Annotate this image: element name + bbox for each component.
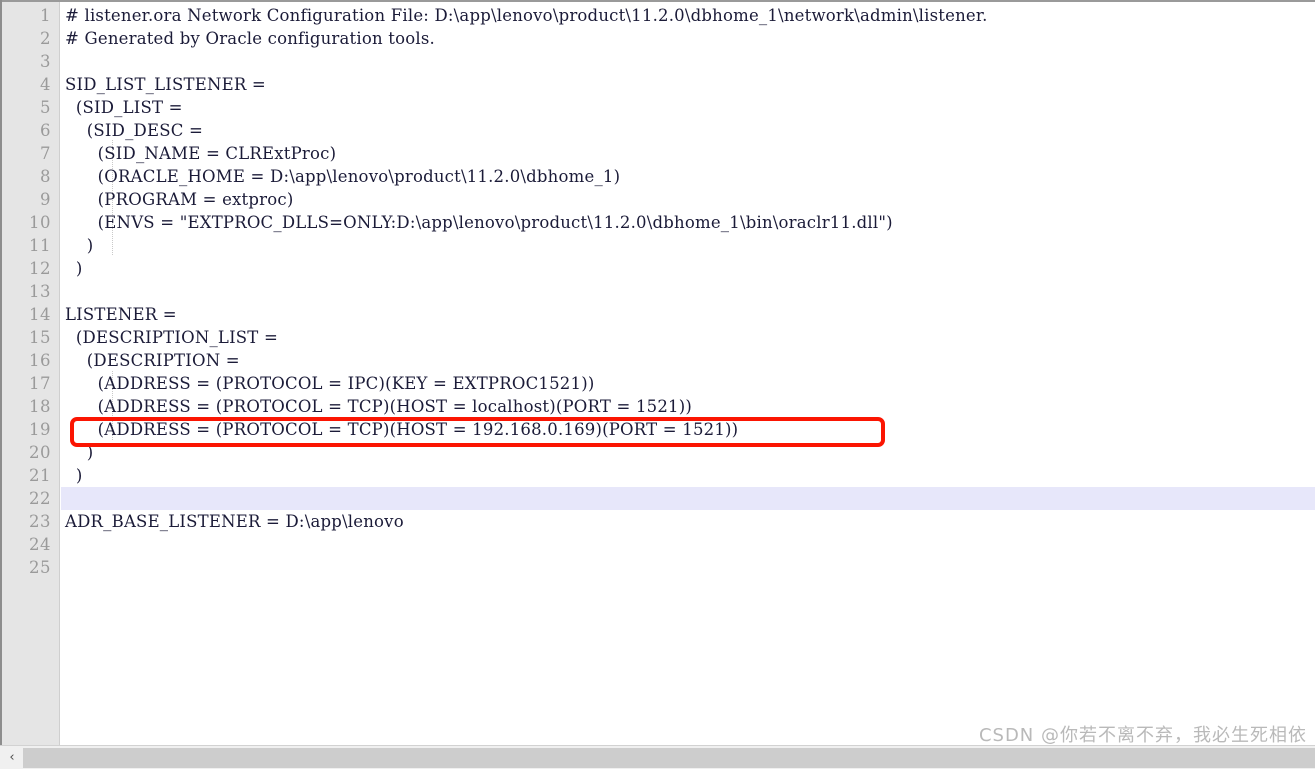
horizontal-scrollbar[interactable]: ‹ <box>0 745 1315 769</box>
line-number[interactable]: 23 <box>7 510 51 533</box>
line-number[interactable]: 4 <box>7 73 51 96</box>
code-text-area[interactable]: # listener.ora Network Configuration Fil… <box>61 2 1315 745</box>
line-number[interactable]: 13 <box>7 280 51 303</box>
code-line[interactable]: ADR_BASE_LISTENER = D:\app\lenovo <box>65 510 404 533</box>
line-number[interactable]: 18 <box>7 395 51 418</box>
scroll-left-arrow-icon[interactable]: ‹ <box>1 747 23 769</box>
code-line[interactable]: (ADDRESS = (PROTOCOL = TCP)(HOST = 192.1… <box>65 418 738 441</box>
code-line[interactable]: SID_LIST_LISTENER = <box>65 73 266 96</box>
line-number[interactable]: 19 <box>7 418 51 441</box>
line-number[interactable]: 21 <box>7 464 51 487</box>
line-number[interactable]: 1 <box>7 4 51 27</box>
line-number[interactable]: 11 <box>7 234 51 257</box>
code-editor[interactable]: 1 2 3 4 5 6 7 8 9 10 11 12 13 14 15 16 17 18 19 20 21 22 23 24 2… <box>2 2 1315 745</box>
line-number[interactable]: 9 <box>7 188 51 211</box>
line-number[interactable]: 24 <box>7 533 51 556</box>
code-line[interactable]: LISTENER = <box>65 303 177 326</box>
code-line[interactable]: # listener.ora Network Configuration Fil… <box>65 4 988 27</box>
code-line[interactable]: ) <box>65 441 93 464</box>
line-number[interactable]: 8 <box>7 165 51 188</box>
current-line-highlight <box>61 487 1315 510</box>
line-number[interactable]: 10 <box>7 211 51 234</box>
line-number[interactable]: 5 <box>7 96 51 119</box>
code-line[interactable]: # Generated by Oracle configuration tool… <box>65 27 435 50</box>
code-line[interactable]: ) <box>65 257 83 280</box>
csdn-watermark: CSDN @你若不离不弃，我必生死相依 <box>978 725 1307 746</box>
editor-window: 1 2 3 4 5 6 7 8 9 10 11 12 13 14 15 16 17 18 19 20 21 22 23 24 2… <box>0 0 1315 769</box>
line-number[interactable]: 7 <box>7 142 51 165</box>
code-line[interactable]: (DESCRIPTION = <box>65 349 240 372</box>
line-number[interactable]: 22 <box>7 487 51 510</box>
line-number[interactable]: 16 <box>7 349 51 372</box>
line-number[interactable]: 2 <box>7 27 51 50</box>
code-line[interactable]: (SID_NAME = CLRExtProc) <box>65 142 336 165</box>
horizontal-scrollbar-thumb[interactable] <box>23 748 1315 768</box>
line-number[interactable]: 20 <box>7 441 51 464</box>
code-line[interactable]: (PROGRAM = extproc) <box>65 188 294 211</box>
line-number[interactable]: 6 <box>7 119 51 142</box>
code-line[interactable]: ) <box>65 234 93 257</box>
line-number[interactable]: 14 <box>7 303 51 326</box>
code-line[interactable]: (ORACLE_HOME = D:\app\lenovo\product\11.… <box>65 165 620 188</box>
line-number[interactable]: 25 <box>7 556 51 579</box>
code-line[interactable]: (ADDRESS = (PROTOCOL = TCP)(HOST = local… <box>65 395 692 418</box>
line-number[interactable]: 12 <box>7 257 51 280</box>
code-line[interactable]: (DESCRIPTION_LIST = <box>65 326 278 349</box>
code-line[interactable]: (SID_LIST = <box>65 96 183 119</box>
line-number[interactable]: 3 <box>7 50 51 73</box>
code-line[interactable]: (ENVS = "EXTPROC_DLLS=ONLY:D:\app\lenovo… <box>65 211 893 234</box>
code-line[interactable]: ) <box>65 464 83 487</box>
line-number-gutter[interactable]: 1 2 3 4 5 6 7 8 9 10 11 12 13 14 15 16 17 18 19 20 21 22 23 24 2… <box>2 2 60 745</box>
line-number[interactable]: 15 <box>7 326 51 349</box>
code-line[interactable]: (SID_DESC = <box>65 119 203 142</box>
line-number[interactable]: 17 <box>7 372 51 395</box>
code-line[interactable]: (ADDRESS = (PROTOCOL = IPC)(KEY = EXTPRO… <box>65 372 595 395</box>
